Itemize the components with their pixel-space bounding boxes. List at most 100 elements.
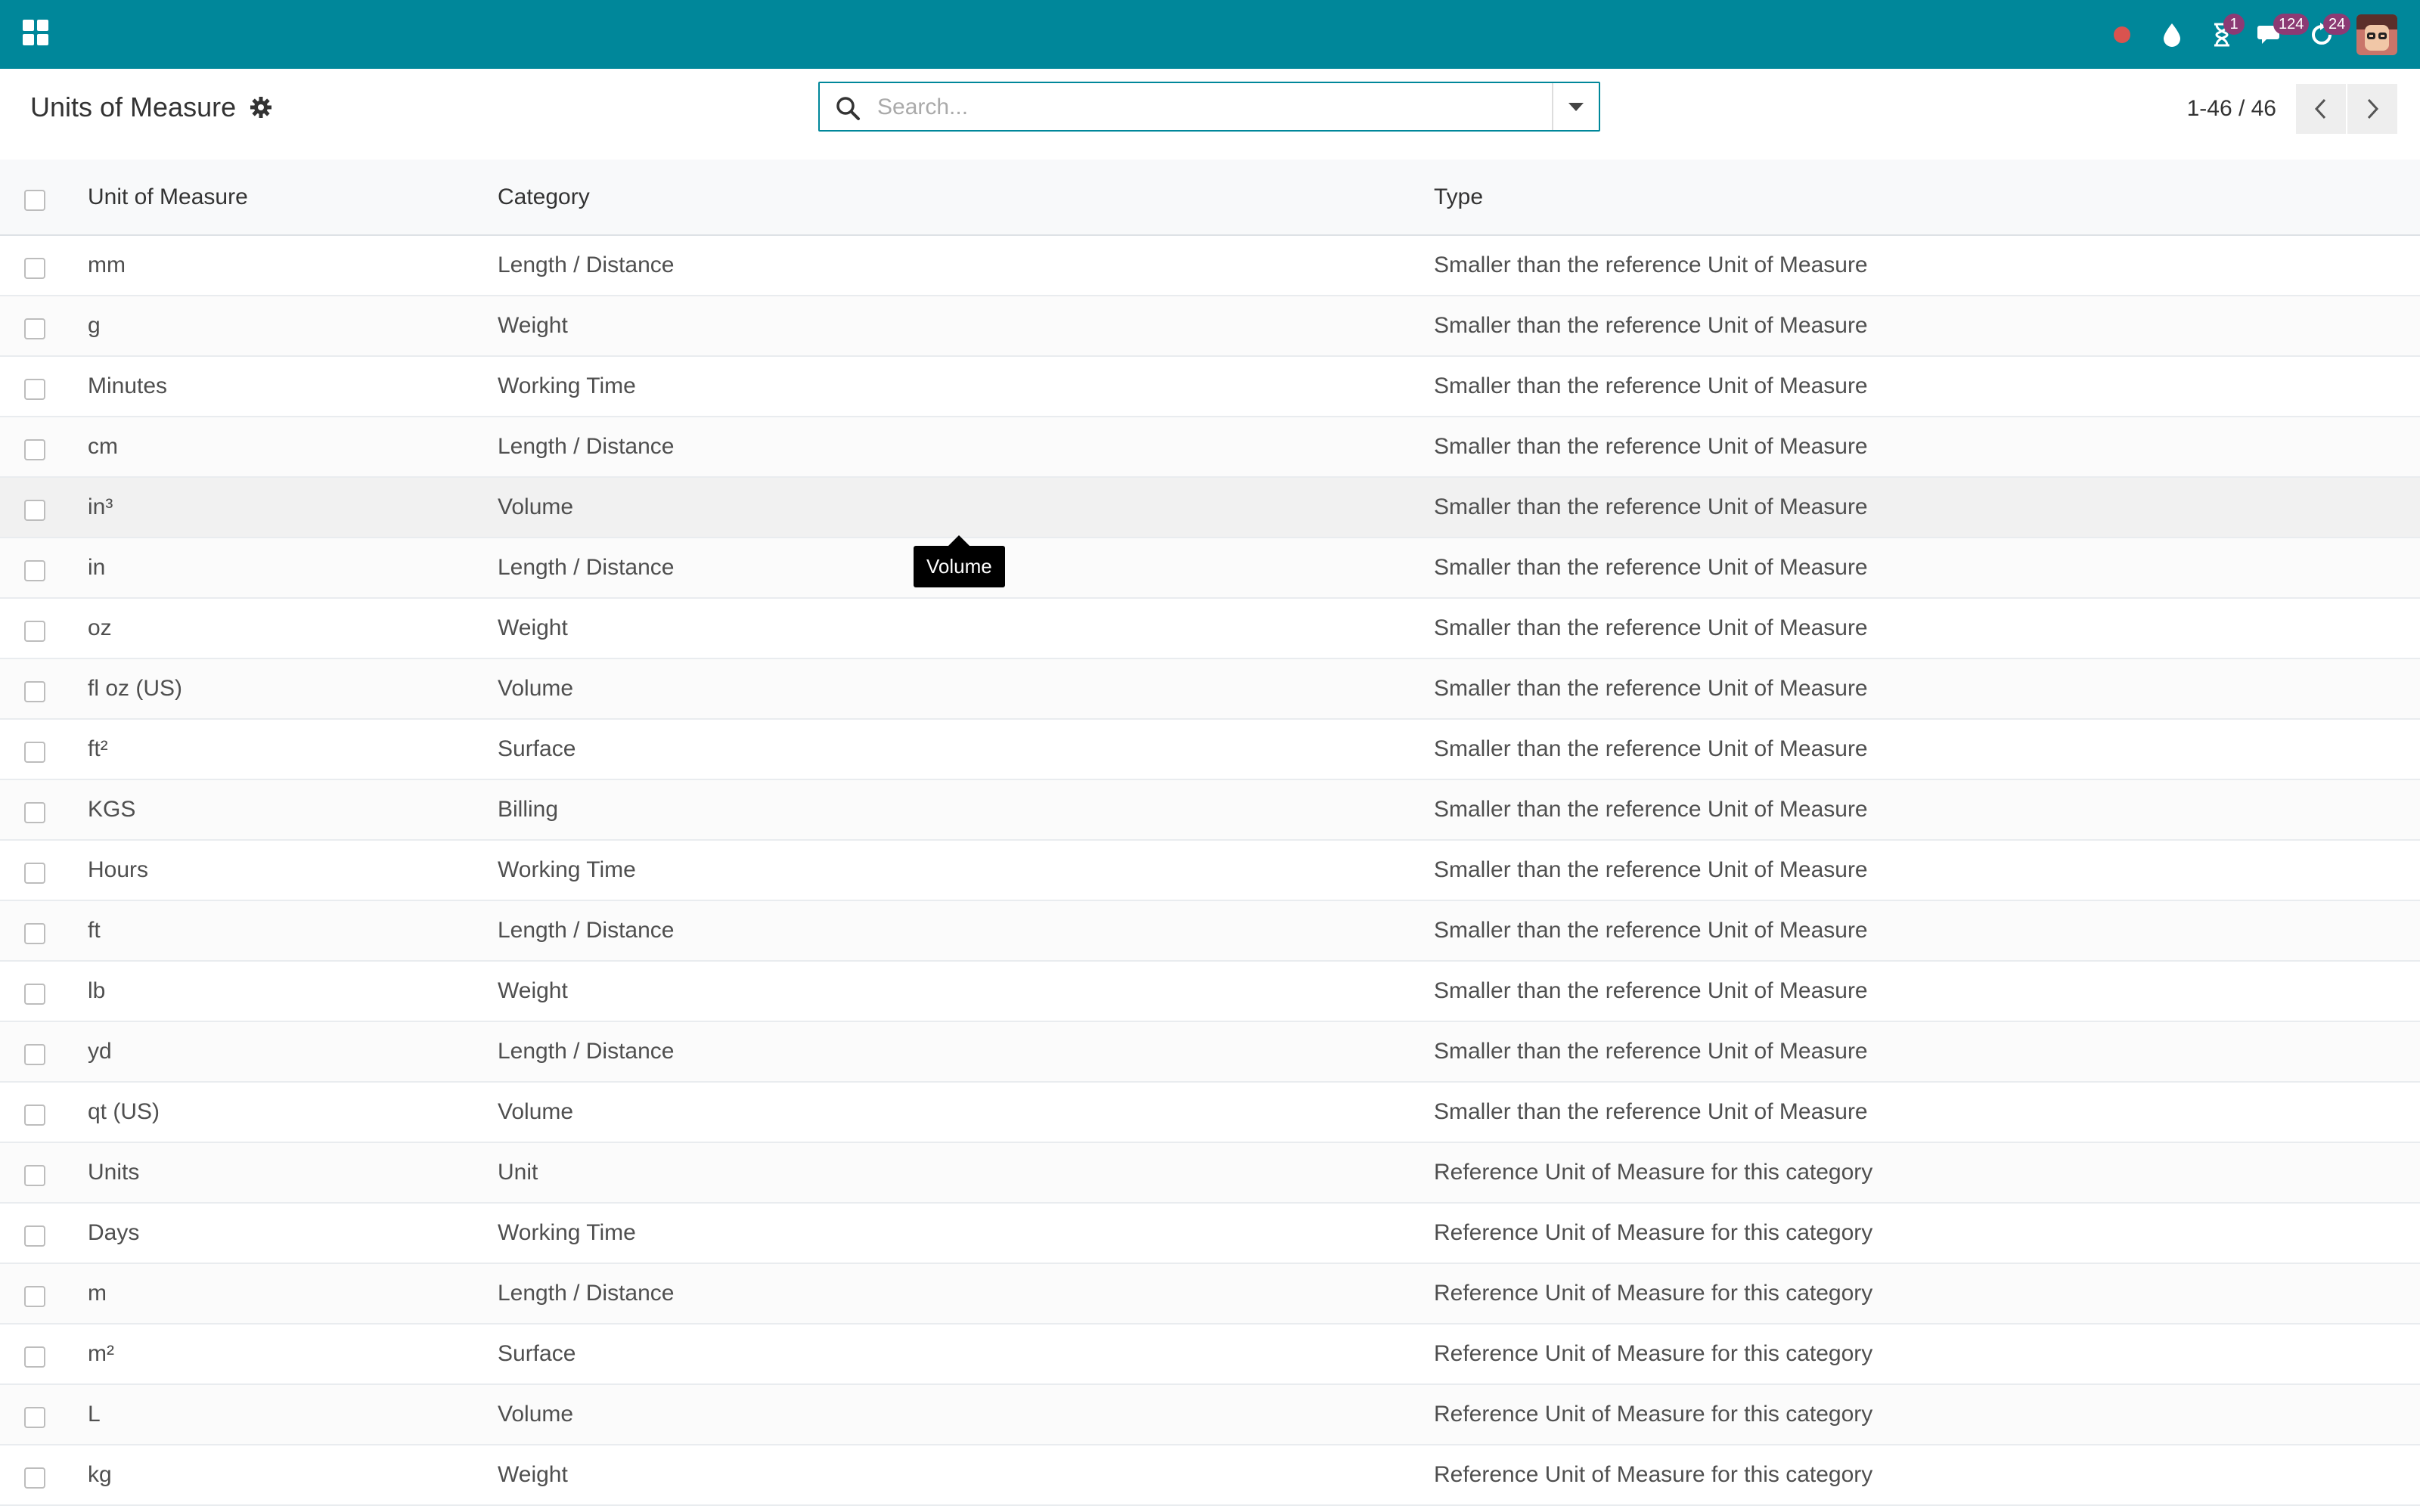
cell-unit: yd (88, 1039, 112, 1064)
row-checkbox[interactable] (24, 863, 45, 884)
table-row[interactable]: cm Length / Distance Smaller than the refe… (0, 417, 2420, 478)
messages-button[interactable]: 124 (2257, 13, 2310, 50)
table-row[interactable]: Units Unit Reference Unit of Measure for t… (0, 1143, 2420, 1204)
row-checkbox[interactable] (24, 1225, 45, 1247)
cell-type: Smaller than the reference Unit of Measu… (1434, 1099, 1868, 1124)
debug-menu-button[interactable] (2157, 20, 2187, 50)
cell-category: Billing (498, 797, 559, 822)
cell-type: Reference Unit of Measure for this categ… (1434, 1462, 1873, 1487)
cell-unit: kg (88, 1462, 112, 1487)
cell-category: Working Time (498, 857, 636, 882)
table-row[interactable]: mm Length / Distance Smaller than the refe… (0, 236, 2420, 296)
uom-list-view: Unit of Measure Category Type mm Length /… (0, 160, 2420, 1506)
cell-category: Volume (498, 494, 574, 519)
cell-unit: in³ (88, 494, 113, 519)
row-checkbox[interactable] (24, 560, 45, 581)
table-row[interactable]: yd Length / Distance Smaller than the refe… (0, 1022, 2420, 1083)
table-row[interactable]: Minutes Working Time Smaller than the refe… (0, 357, 2420, 417)
column-header-type[interactable]: Type (1434, 160, 1483, 234)
row-checkbox[interactable] (24, 923, 45, 944)
row-checkbox[interactable] (24, 1105, 45, 1126)
row-checkbox[interactable] (24, 500, 45, 521)
table-row[interactable]: L Volume Reference Unit of Measure for thi… (0, 1385, 2420, 1445)
search-options-toggle[interactable] (1552, 83, 1599, 130)
updates-badge: 24 (2323, 13, 2351, 35)
pager-previous-button[interactable] (2296, 84, 2346, 134)
cell-category: Volume (498, 676, 574, 701)
table-row[interactable]: Hours Working Time Smaller than the refere… (0, 841, 2420, 901)
table-row[interactable]: ft Length / Distance Smaller than the refe… (0, 901, 2420, 962)
cell-category: Working Time (498, 373, 636, 398)
table-row[interactable]: ft² Surface Smaller than the reference Uni… (0, 720, 2420, 780)
table-row[interactable]: qt (US) Volume Smaller than the reference … (0, 1083, 2420, 1143)
table-row[interactable]: g Weight Smaller than the reference Unit o… (0, 296, 2420, 357)
table-row[interactable]: in Length / Distance Smaller than the refe… (0, 538, 2420, 599)
cell-type: Smaller than the reference Unit of Measu… (1434, 857, 1868, 882)
cell-category: Length / Distance (498, 918, 675, 943)
column-header-category[interactable]: Category (498, 160, 590, 234)
updates-button[interactable]: 24 (2307, 13, 2351, 50)
row-checkbox[interactable] (24, 802, 45, 823)
cell-type: Reference Unit of Measure for this categ… (1434, 1281, 1873, 1306)
cell-category: Length / Distance (498, 555, 675, 580)
row-checkbox[interactable] (24, 318, 45, 339)
cell-type: Smaller than the reference Unit of Measu… (1434, 494, 1868, 519)
row-checkbox[interactable] (24, 379, 45, 400)
table-header: Unit of Measure Category Type (0, 160, 2420, 236)
cell-unit: m² (88, 1341, 114, 1366)
cell-unit: in (88, 555, 106, 580)
table-row[interactable]: fl oz (US) Volume Smaller than the referen… (0, 659, 2420, 720)
row-checkbox[interactable] (24, 681, 45, 702)
cell-type: Reference Unit of Measure for this categ… (1434, 1160, 1873, 1185)
cell-type: Smaller than the reference Unit of Measu… (1434, 253, 1868, 277)
row-checkbox[interactable] (24, 984, 45, 1005)
table-row[interactable]: m² Surface Reference Unit of Measure for t… (0, 1325, 2420, 1385)
table-row[interactable]: in³ Volume Smaller than the reference Unit… (0, 478, 2420, 538)
table-row[interactable]: lb Weight Smaller than the reference Unit … (0, 962, 2420, 1022)
select-all-checkbox[interactable] (24, 189, 45, 211)
row-checkbox[interactable] (24, 742, 45, 763)
row-checkbox[interactable] (24, 258, 45, 279)
caret-down-icon (1568, 102, 1584, 111)
column-header-unit[interactable]: Unit of Measure (88, 160, 248, 234)
table-row[interactable]: KGS Billing Smaller than the reference Uni… (0, 780, 2420, 841)
record-dot-icon (2114, 26, 2130, 43)
cell-unit: mm (88, 253, 126, 277)
table-row[interactable]: m Length / Distance Reference Unit of Meas… (0, 1264, 2420, 1325)
row-checkbox[interactable] (24, 1346, 45, 1368)
row-checkbox[interactable] (24, 1467, 45, 1489)
cell-unit: g (88, 313, 101, 338)
cell-category: Weight (498, 615, 568, 640)
row-checkbox[interactable] (24, 1044, 45, 1065)
table-row[interactable]: oz Weight Smaller than the reference Unit … (0, 599, 2420, 659)
row-checkbox[interactable] (24, 1407, 45, 1428)
cell-category: Surface (498, 1341, 576, 1366)
pager-next-button[interactable] (2347, 84, 2397, 134)
cell-unit: ft (88, 918, 101, 943)
cell-type: Smaller than the reference Unit of Measu… (1434, 434, 1868, 459)
tooltip-text: Volume (914, 546, 1005, 587)
activities-button[interactable]: 1 (2207, 13, 2245, 50)
apps-grid-icon[interactable] (23, 20, 48, 45)
user-avatar[interactable] (2356, 14, 2397, 55)
row-checkbox[interactable] (24, 439, 45, 460)
cell-unit: fl oz (US) (88, 676, 183, 701)
cell-category: Length / Distance (498, 1281, 675, 1306)
row-checkbox[interactable] (24, 1165, 45, 1186)
row-checkbox[interactable] (24, 1286, 45, 1307)
search-bar (818, 82, 1600, 132)
cell-type: Smaller than the reference Unit of Measu… (1434, 978, 1868, 1003)
cell-unit: ft² (88, 736, 108, 761)
gear-icon[interactable] (250, 96, 272, 119)
cell-unit: cm (88, 434, 118, 459)
table-row[interactable]: kg Weight Reference Unit of Measure for th… (0, 1445, 2420, 1506)
cell-type: Smaller than the reference Unit of Measu… (1434, 736, 1868, 761)
search-input[interactable] (876, 89, 1529, 125)
row-checkbox[interactable] (24, 621, 45, 642)
table-row[interactable]: Days Working Time Reference Unit of Measur… (0, 1204, 2420, 1264)
pager-value[interactable]: 1-46 / 46 (2187, 96, 2276, 122)
recording-indicator[interactable] (2107, 20, 2137, 50)
cell-category: Length / Distance (498, 253, 675, 277)
breadcrumb: Units of Measure (30, 91, 272, 123)
chevron-right-icon (2367, 98, 2379, 119)
